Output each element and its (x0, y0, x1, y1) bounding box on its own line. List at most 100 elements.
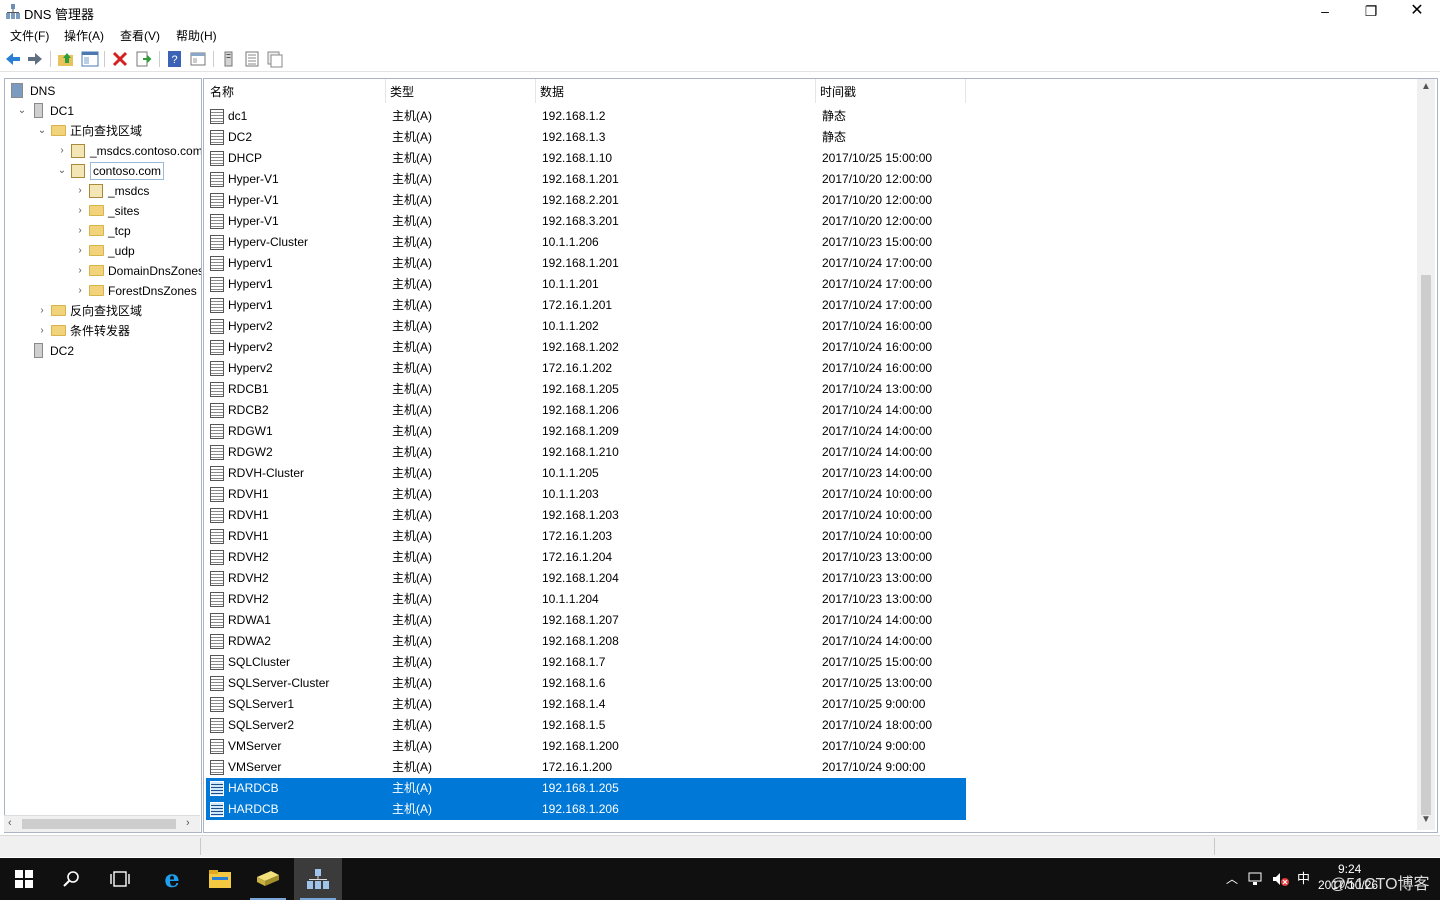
close-button[interactable]: ✕ (1394, 0, 1440, 24)
table-row[interactable]: Hyper-V1 主机(A) 192.168.1.201 2017/10/20 12:… (206, 169, 966, 190)
scroll-thumb[interactable] (1421, 275, 1431, 815)
table-row[interactable]: HARDCB 主机(A) 192.168.1.206 (206, 799, 966, 820)
volume-muted-icon[interactable] (1272, 872, 1290, 886)
table-row[interactable]: Hyperv2 主机(A) 192.168.1.202 2017/10/24 16:0… (206, 337, 966, 358)
expand-chevron-icon[interactable]: › (75, 261, 85, 281)
table-row[interactable]: RDVH-Cluster 主机(A) 10.1.1.205 2017/10/23 14… (206, 463, 966, 484)
menu-help[interactable]: 帮助(H) (176, 27, 217, 44)
tree-item[interactable]: › 反向查找区域 (5, 301, 201, 321)
tree-item[interactable]: › DomainDnsZones (5, 261, 201, 281)
table-row[interactable]: SQLServer1 主机(A) 192.168.1.4 2017/10/25 9:0… (206, 694, 966, 715)
network-icon[interactable] (1248, 872, 1264, 886)
internet-explorer-button[interactable]: e (148, 858, 196, 900)
table-row[interactable]: RDVH2 主机(A) 192.168.1.204 2017/10/23 13:00:… (206, 568, 966, 589)
input-method-indicator[interactable]: 中 (1297, 858, 1310, 900)
minimize-button[interactable]: – (1302, 0, 1348, 24)
expand-chevron-icon[interactable]: › (37, 301, 47, 321)
table-row[interactable]: Hyperv1 主机(A) 192.168.1.201 2017/10/24 17:0… (206, 253, 966, 274)
task-view-button[interactable] (96, 858, 144, 900)
table-row[interactable]: SQLCluster 主机(A) 192.168.1.7 2017/10/25 15:… (206, 652, 966, 673)
table-row[interactable]: DC2 主机(A) 192.168.1.3 静态 (206, 127, 966, 148)
table-row[interactable]: SQLServer-Cluster 主机(A) 192.168.1.6 2017/10… (206, 673, 966, 694)
table-row[interactable]: VMServer 主机(A) 172.16.1.200 2017/10/24 9:00… (206, 757, 966, 778)
delete-icon[interactable] (111, 50, 129, 68)
table-row[interactable]: Hyperv1 主机(A) 10.1.1.201 2017/10/24 17:00:0… (206, 274, 966, 295)
menu-action[interactable]: 操作(A) (64, 27, 104, 44)
tree-item[interactable]: › _msdcs (5, 181, 201, 201)
table-row[interactable]: Hyperv-Cluster 主机(A) 10.1.1.206 2017/10/23 … (206, 232, 966, 253)
list-vertical-scrollbar[interactable]: ▲ ▼ (1417, 79, 1435, 830)
table-row[interactable]: Hyperv2 主机(A) 172.16.1.202 2017/10/24 16:00… (206, 358, 966, 379)
scroll-up-icon[interactable]: ▲ (1417, 81, 1435, 92)
scroll-left-icon[interactable]: ‹ (8, 817, 12, 829)
table-row[interactable]: RDCB1 主机(A) 192.168.1.205 2017/10/24 13:00:… (206, 379, 966, 400)
expand-chevron-icon[interactable]: › (75, 281, 85, 301)
expand-chevron-icon[interactable]: › (37, 321, 47, 341)
tree-item[interactable]: › 条件转发器 (5, 321, 201, 341)
tree-item[interactable]: › ForestDnsZones (5, 281, 201, 301)
expand-chevron-icon[interactable]: › (75, 241, 85, 261)
scroll-right-icon[interactable]: › (186, 817, 190, 829)
table-row[interactable]: Hyper-V1 主机(A) 192.168.3.201 2017/10/20 12:… (206, 211, 966, 232)
table-row[interactable]: RDWA1 主机(A) 192.168.1.207 2017/10/24 14:00:… (206, 610, 966, 631)
tree-horizontal-scrollbar[interactable]: ‹ › (4, 815, 200, 832)
tree-item[interactable]: › _udp (5, 241, 201, 261)
up-folder-icon[interactable] (57, 50, 75, 68)
expand-chevron-icon[interactable]: › (75, 221, 85, 241)
table-row[interactable]: Hyperv2 主机(A) 10.1.1.202 2017/10/24 16:00:0… (206, 316, 966, 337)
table-row[interactable]: RDVH1 主机(A) 192.168.1.203 2017/10/24 10:00:… (206, 505, 966, 526)
table-row[interactable]: RDVH2 主机(A) 172.16.1.204 2017/10/23 13:00:0… (206, 547, 966, 568)
table-row[interactable]: DHCP 主机(A) 192.168.1.10 2017/10/25 15:00:00 (206, 148, 966, 169)
column-header-data[interactable]: 数据 (536, 79, 816, 103)
menu-file[interactable]: 文件(F) (10, 27, 49, 44)
column-header-timestamp[interactable]: 时间戳 (816, 79, 966, 103)
back-arrow-icon[interactable] (4, 50, 22, 68)
server-manager-button[interactable] (244, 858, 292, 900)
scroll-thumb[interactable] (22, 819, 176, 829)
file-explorer-button[interactable] (196, 858, 244, 900)
server-icon[interactable] (220, 50, 238, 68)
collapse-chevron-icon[interactable]: ⌄ (37, 121, 47, 141)
help-icon[interactable]: ? (166, 50, 184, 68)
tree-item[interactable]: › _sites (5, 201, 201, 221)
menu-view[interactable]: 查看(V) (120, 27, 160, 44)
expand-chevron-icon[interactable]: › (57, 141, 67, 161)
table-row[interactable]: SQLServer2 主机(A) 192.168.1.5 2017/10/24 18:… (206, 715, 966, 736)
column-header-type[interactable]: 类型 (386, 79, 536, 103)
table-row[interactable]: HARDCB 主机(A) 192.168.1.205 (206, 778, 966, 799)
expand-chevron-icon[interactable]: › (75, 201, 85, 221)
column-header-name[interactable]: 名称 (206, 79, 386, 103)
tree-item[interactable]: › _msdcs.contoso.com (5, 141, 201, 161)
tree-item[interactable]: ⌄ DC1 (5, 101, 201, 121)
tree-item[interactable]: ⌄ 正向查找区域 (5, 121, 201, 141)
zone-icon[interactable] (266, 50, 284, 68)
table-row[interactable]: dc1 主机(A) 192.168.1.2 静态 (206, 106, 966, 127)
show-hidden-icons-chevron-icon[interactable]: ︿ (1226, 858, 1238, 900)
search-button[interactable] (48, 858, 96, 900)
dns-manager-taskbar-button[interactable] (294, 858, 342, 900)
show-hide-tree-icon[interactable] (81, 50, 99, 68)
tree-item[interactable]: DC2 (5, 341, 201, 361)
forward-arrow-icon[interactable] (26, 50, 44, 68)
table-row[interactable]: RDGW2 主机(A) 192.168.1.210 2017/10/24 14:00:… (206, 442, 966, 463)
table-row[interactable]: Hyper-V1 主机(A) 192.168.2.201 2017/10/20 12:… (206, 190, 966, 211)
table-row[interactable]: RDCB2 主机(A) 192.168.1.206 2017/10/24 14:00:… (206, 400, 966, 421)
tree-item[interactable]: DNS (5, 81, 201, 101)
collapse-chevron-icon[interactable]: ⌄ (17, 101, 27, 121)
export-list-icon[interactable] (135, 50, 153, 68)
start-button[interactable] (0, 858, 48, 900)
table-row[interactable]: Hyperv1 主机(A) 172.16.1.201 2017/10/24 17:00… (206, 295, 966, 316)
table-row[interactable]: RDGW1 主机(A) 192.168.1.209 2017/10/24 14:00:… (206, 421, 966, 442)
table-row[interactable]: RDVH2 主机(A) 10.1.1.204 2017/10/23 13:00:00 (206, 589, 966, 610)
maximize-button[interactable]: ❐ (1348, 0, 1394, 24)
table-row[interactable]: RDWA2 主机(A) 192.168.1.208 2017/10/24 14:00:… (206, 631, 966, 652)
table-row[interactable]: RDVH1 主机(A) 10.1.1.203 2017/10/24 10:00:00 (206, 484, 966, 505)
scroll-down-icon[interactable]: ▼ (1417, 814, 1435, 825)
list-icon[interactable] (243, 50, 261, 68)
collapse-chevron-icon[interactable]: ⌄ (57, 161, 67, 181)
expand-chevron-icon[interactable]: › (75, 181, 85, 201)
table-row[interactable]: VMServer 主机(A) 192.168.1.200 2017/10/24 9:0… (206, 736, 966, 757)
table-row[interactable]: RDVH1 主机(A) 172.16.1.203 2017/10/24 10:00:0… (206, 526, 966, 547)
properties-icon[interactable] (189, 50, 207, 68)
tree-item[interactable]: › _tcp (5, 221, 201, 241)
